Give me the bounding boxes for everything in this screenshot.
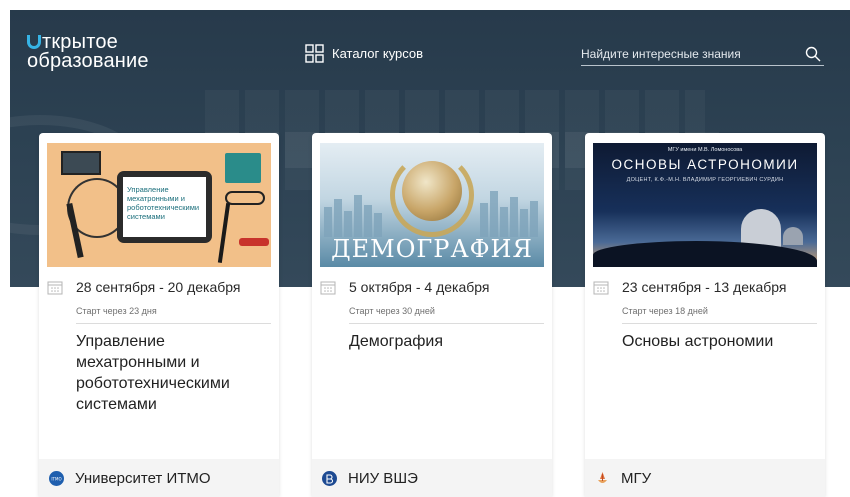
course-date: 23 сентября - 13 декабря — [622, 279, 787, 295]
grid-icon — [305, 44, 324, 63]
course-dates: 5 октября - 4 декабря — [320, 279, 490, 295]
course-start: Старт через 30 дней — [349, 306, 435, 316]
oscilloscope-drawing — [61, 151, 101, 175]
tool-drawing — [217, 203, 231, 263]
tablet-drawing: Управление мехатронными и робототехничес… — [117, 171, 212, 243]
university-name: Университет ИТМО — [75, 469, 211, 487]
course-image-caption: Управление мехатронными и робототехничес… — [123, 177, 206, 237]
course-start: Старт через 23 дня — [76, 306, 157, 316]
university-bar[interactable]: ITMO Университет ИТМО — [39, 459, 279, 497]
observatory-dome — [741, 209, 781, 247]
course-dates: 28 сентября - 20 декабря — [47, 279, 241, 295]
observatory-dome-small — [783, 227, 803, 245]
course-card[interactable]: Управление мехатронными и робототехничес… — [39, 133, 279, 497]
site-logo[interactable]: ткрытое образование — [27, 32, 149, 72]
university-logo-icon — [598, 471, 607, 483]
course-card[interactable]: МГУ имени М.В. Ломоносова ОСНОВЫ АСТРОНО… — [585, 133, 825, 497]
course-start: Старт через 18 дней — [622, 306, 708, 316]
glasses-drawing — [225, 191, 265, 205]
logo-line2: образование — [27, 50, 149, 72]
university-logo-icon: ITMO — [49, 470, 64, 486]
university-logo-icon — [322, 470, 337, 486]
course-image-institution: МГУ имени М.В. Ломоносова — [667, 147, 743, 153]
course-date: 5 октября - 4 декабря — [349, 279, 490, 295]
circuit-board-drawing — [225, 153, 261, 183]
calendar-icon — [320, 281, 336, 294]
course-image-lecturer: ДОЦЕНТ, К.Ф.-М.Н. ВЛАДИМИР ГЕОРГИЕВИЧ СУ… — [626, 177, 784, 183]
catalog-label: Каталог курсов — [332, 46, 424, 61]
search-icon[interactable] — [805, 46, 821, 62]
divider — [622, 323, 817, 324]
catalog-link[interactable]: Каталог курсов — [305, 44, 423, 63]
course-image: МГУ имени М.В. Ломоносова ОСНОВЫ АСТРОНО… — [593, 143, 817, 267]
course-image: ДЕМОГРАФИЯ — [320, 143, 544, 267]
university-name: НИУ ВШЭ — [348, 469, 418, 487]
search-input[interactable] — [581, 44, 791, 64]
university-bar[interactable]: МГУ — [585, 459, 825, 497]
globe-icon — [402, 161, 462, 221]
university-bar[interactable]: НИУ ВШЭ — [312, 459, 552, 497]
course-image-caption: ОСНОВЫ АСТРОНОМИИ — [611, 157, 799, 172]
pliers-drawing — [239, 238, 269, 246]
divider — [76, 323, 271, 324]
calendar-icon — [47, 281, 63, 294]
svg-text:ITMO: ITMO — [51, 476, 61, 481]
calendar-icon — [593, 281, 609, 294]
logo-mark-icon — [27, 34, 41, 49]
course-card[interactable]: ДЕМОГРАФИЯ 5 октября - 4 декабря Старт ч… — [312, 133, 552, 497]
course-title[interactable]: Основы астрономии — [622, 331, 818, 352]
search-box — [581, 44, 824, 66]
divider — [349, 323, 544, 324]
course-title[interactable]: Управление мехатронными и робототехничес… — [76, 331, 272, 415]
course-date: 28 сентября - 20 декабря — [76, 279, 241, 295]
university-name: МГУ — [621, 469, 652, 487]
course-title[interactable]: Демография — [349, 331, 545, 352]
course-image-caption: ДЕМОГРАФИЯ — [331, 235, 533, 263]
course-dates: 23 сентября - 13 декабря — [593, 279, 787, 295]
course-image: Управление мехатронными и робототехничес… — [47, 143, 271, 267]
